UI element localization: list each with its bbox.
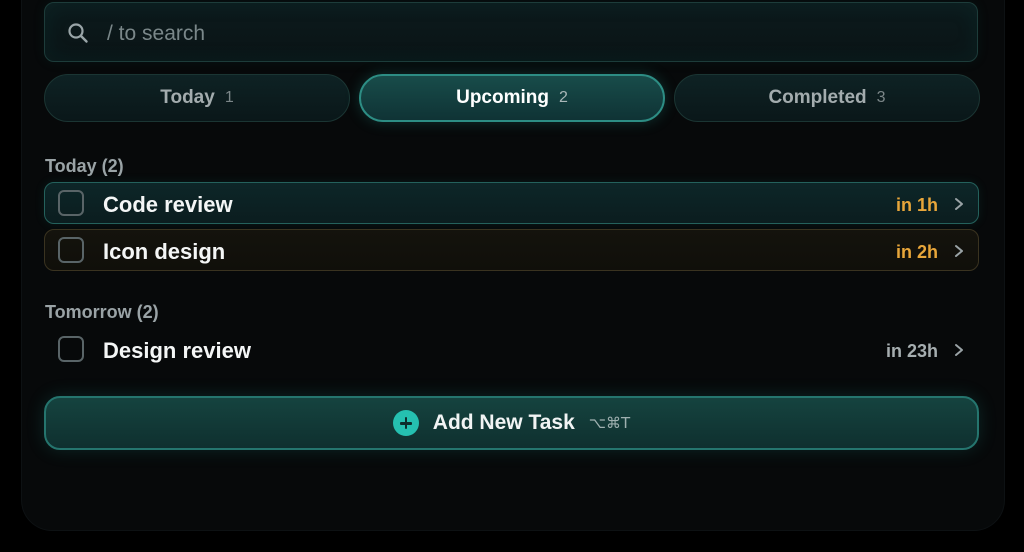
tab-upcoming[interactable]: Upcoming 2 [359,74,665,122]
chevron-right-icon [955,344,963,356]
task-name: Icon design [103,239,226,264]
tab-today-label: Today [160,87,215,108]
tab-completed-count: 3 [876,89,886,106]
keyboard-shortcut: ⌥⌘T [588,414,631,432]
tab-completed-label: Completed [768,87,867,108]
task-row-icon-design[interactable]: Icon design in 2h [44,229,979,271]
task-checkbox[interactable] [58,190,84,216]
search-bar[interactable] [44,2,978,62]
add-new-task-label: Add New Task [432,411,575,434]
task-due: in 1h [895,195,938,215]
tab-upcoming-count: 2 [558,89,568,106]
tab-upcoming-label: Upcoming [456,87,549,108]
task-row-design-review[interactable]: Design review in 23h [44,328,979,370]
add-new-task-button[interactable]: Add New Task ⌥⌘T [44,396,979,450]
search-input[interactable] [105,15,949,53]
search-icon [68,23,88,43]
section-header-tomorrow: Tomorrow (2) [45,302,159,322]
task-name: Code review [103,192,233,217]
task-checkbox[interactable] [58,336,84,362]
section-header-today: Today (2) [45,156,124,176]
chevron-right-icon [955,245,963,257]
task-row-code-review[interactable]: Code review in 1h [44,182,979,224]
task-due: in 23h [885,341,938,361]
plus-circle-icon [392,410,419,436]
task-name: Design review [103,338,251,363]
tab-today-count: 1 [224,89,234,106]
tab-today[interactable]: Today 1 [44,74,350,122]
task-checkbox[interactable] [58,237,84,263]
tab-completed[interactable]: Completed 3 [674,74,980,122]
chevron-right-icon [955,198,963,210]
task-due: in 2h [895,242,938,262]
